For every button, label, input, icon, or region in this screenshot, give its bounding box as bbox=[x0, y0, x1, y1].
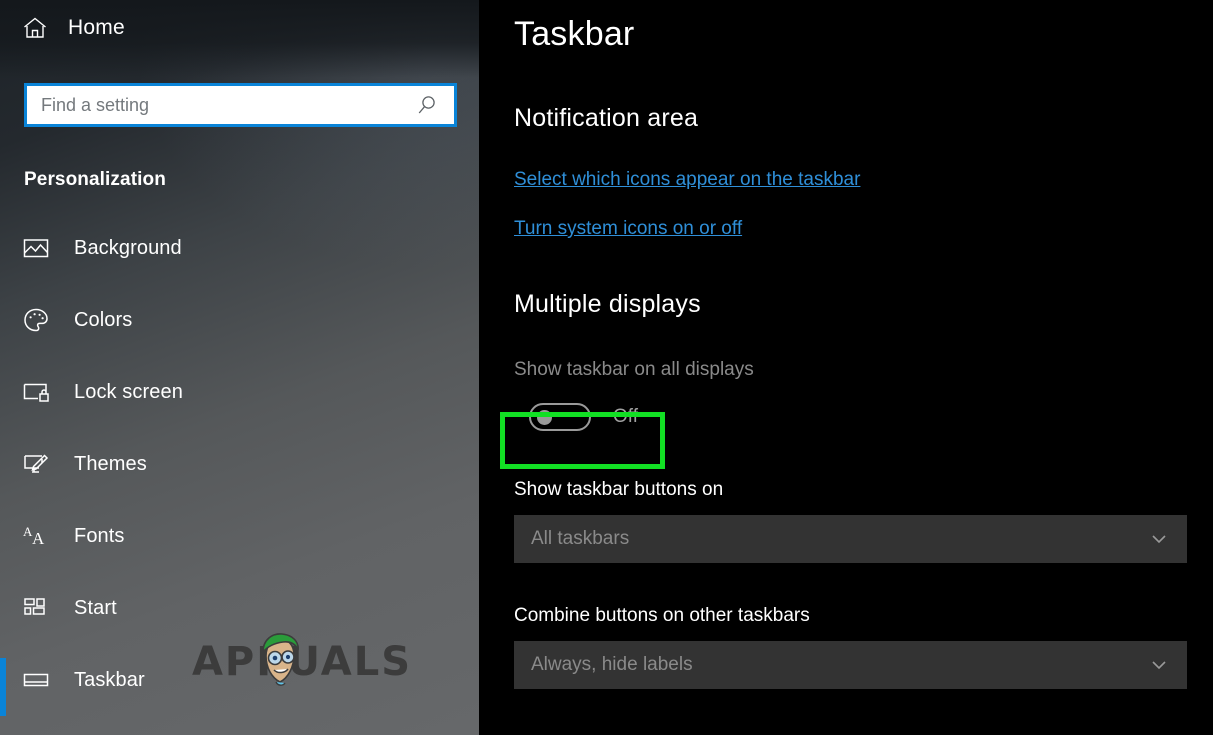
picture-icon bbox=[22, 234, 50, 262]
dropdown-value: All taskbars bbox=[531, 528, 630, 549]
sidebar-item-label: Taskbar bbox=[74, 668, 145, 691]
main-content: Taskbar Notification area Select which i… bbox=[479, 0, 1213, 735]
lock-screen-icon bbox=[22, 378, 50, 406]
sidebar-item-themes[interactable]: Themes bbox=[0, 428, 479, 500]
sidebar-item-fonts[interactable]: A A Fonts bbox=[0, 500, 479, 572]
sidebar-item-label: Fonts bbox=[74, 524, 125, 547]
settings-window: Home Find a setting Personalization Back… bbox=[0, 0, 1213, 735]
page-title: Taskbar bbox=[514, 15, 635, 53]
show-taskbar-buttons-dropdown[interactable]: All taskbars bbox=[514, 515, 1187, 563]
link-turn-system-icons[interactable]: Turn system icons on or off bbox=[514, 218, 742, 240]
start-tiles-icon bbox=[22, 594, 50, 622]
sidebar-category-title: Personalization bbox=[24, 169, 166, 190]
search-icon[interactable] bbox=[414, 92, 440, 118]
sidebar-item-background[interactable]: Background bbox=[0, 212, 479, 284]
multiple-displays-heading: Multiple displays bbox=[514, 290, 701, 318]
combine-buttons-dropdown[interactable]: Always, hide labels bbox=[514, 641, 1187, 689]
dropdown-value: Always, hide labels bbox=[531, 654, 693, 675]
home-icon bbox=[22, 15, 48, 41]
search-placeholder: Find a setting bbox=[41, 94, 150, 115]
show-taskbar-buttons-label: Show taskbar buttons on bbox=[514, 479, 724, 500]
themes-brush-icon bbox=[22, 450, 50, 478]
sidebar-nav: Background Colors Lock screen Themes A A… bbox=[0, 212, 479, 716]
sidebar-home-button[interactable]: Home bbox=[0, 0, 479, 56]
taskbar-icon bbox=[22, 666, 50, 694]
chevron-down-icon bbox=[1149, 655, 1169, 675]
sidebar-item-label: Themes bbox=[74, 452, 147, 475]
sidebar-item-lock-screen[interactable]: Lock screen bbox=[0, 356, 479, 428]
sidebar: Home Find a setting Personalization Back… bbox=[0, 0, 479, 735]
link-select-icons-on-taskbar[interactable]: Select which icons appear on the taskbar bbox=[514, 169, 860, 191]
show-taskbar-all-displays-toggle[interactable] bbox=[529, 403, 591, 431]
palette-icon bbox=[22, 306, 50, 334]
show-taskbar-all-displays-label: Show taskbar on all displays bbox=[514, 359, 754, 380]
sidebar-item-colors[interactable]: Colors bbox=[0, 284, 479, 356]
svg-text:A: A bbox=[32, 529, 45, 548]
show-taskbar-all-displays-row[interactable]: Off bbox=[514, 397, 764, 437]
sidebar-item-taskbar[interactable]: Taskbar bbox=[0, 644, 479, 716]
sidebar-item-label: Colors bbox=[74, 308, 133, 331]
fonts-aa-icon: A A bbox=[22, 522, 50, 550]
sidebar-item-label: Lock screen bbox=[74, 380, 183, 403]
notification-area-heading: Notification area bbox=[514, 104, 699, 132]
sidebar-item-label: Background bbox=[74, 236, 182, 259]
sidebar-item-label: Start bbox=[74, 596, 117, 619]
toggle-knob bbox=[537, 409, 552, 425]
chevron-down-icon bbox=[1149, 529, 1169, 549]
sidebar-home-label: Home bbox=[68, 16, 125, 39]
sidebar-item-start[interactable]: Start bbox=[0, 572, 479, 644]
search-input[interactable]: Find a setting bbox=[24, 83, 457, 127]
toggle-state-label: Off bbox=[613, 406, 638, 427]
combine-buttons-label: Combine buttons on other taskbars bbox=[514, 605, 810, 626]
